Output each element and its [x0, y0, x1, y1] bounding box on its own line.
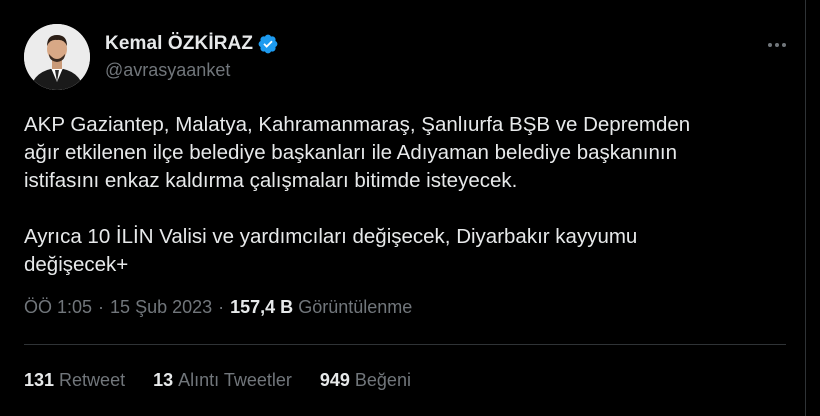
more-options-icon[interactable]	[760, 34, 794, 56]
like-stat[interactable]: 949 Beğeni	[320, 370, 411, 391]
avatar[interactable]	[24, 24, 90, 90]
tweet-stats: 131 Retweet 13 Alıntı Tweetler 949 Beğen…	[24, 370, 439, 391]
quote-tweet-stat[interactable]: 13 Alıntı Tweetler	[153, 370, 292, 391]
meta-separator: ·	[98, 297, 105, 317]
quote-tweet-count: 13	[153, 370, 174, 390]
tweet-meta: ÖÖ 1:05 · 15 Şub 2023 · 157,4 B Görüntül…	[24, 297, 412, 318]
tweet-date[interactable]: 15 Şub 2023	[110, 297, 212, 318]
avatar-image	[24, 24, 90, 90]
more-dot	[775, 43, 779, 47]
column-border	[805, 0, 806, 416]
tweet-time[interactable]: ÖÖ 1:05	[24, 297, 92, 318]
more-dot	[782, 43, 786, 47]
retweet-count: 131	[24, 370, 55, 390]
like-count: 949	[319, 370, 350, 390]
author-display-name[interactable]: Kemal ÖZKİRAZ	[105, 33, 253, 55]
retweet-stat[interactable]: 131 Retweet	[24, 370, 125, 391]
retweet-label: Retweet	[59, 370, 126, 390]
like-label: Beğeni	[354, 370, 411, 390]
meta-separator: ·	[218, 297, 225, 317]
verified-badge-icon[interactable]	[257, 33, 279, 55]
author-handle[interactable]: @avrasyaanket	[105, 60, 279, 81]
more-dot	[768, 43, 772, 47]
divider	[24, 344, 786, 345]
name-row: Kemal ÖZKİRAZ	[105, 32, 279, 56]
quote-tweet-label: Alıntı Tweetler	[178, 370, 292, 390]
tweet-text: AKP Gaziantep, Malatya, Kahramanmaraş, Ş…	[24, 113, 691, 276]
views-count[interactable]: 157,4 B	[230, 297, 293, 318]
views-label[interactable]: Görüntülenme	[298, 297, 412, 318]
author-info: Kemal ÖZKİRAZ @avrasyaanket	[105, 32, 279, 81]
tweet-header: Kemal ÖZKİRAZ @avrasyaanket	[24, 24, 794, 90]
